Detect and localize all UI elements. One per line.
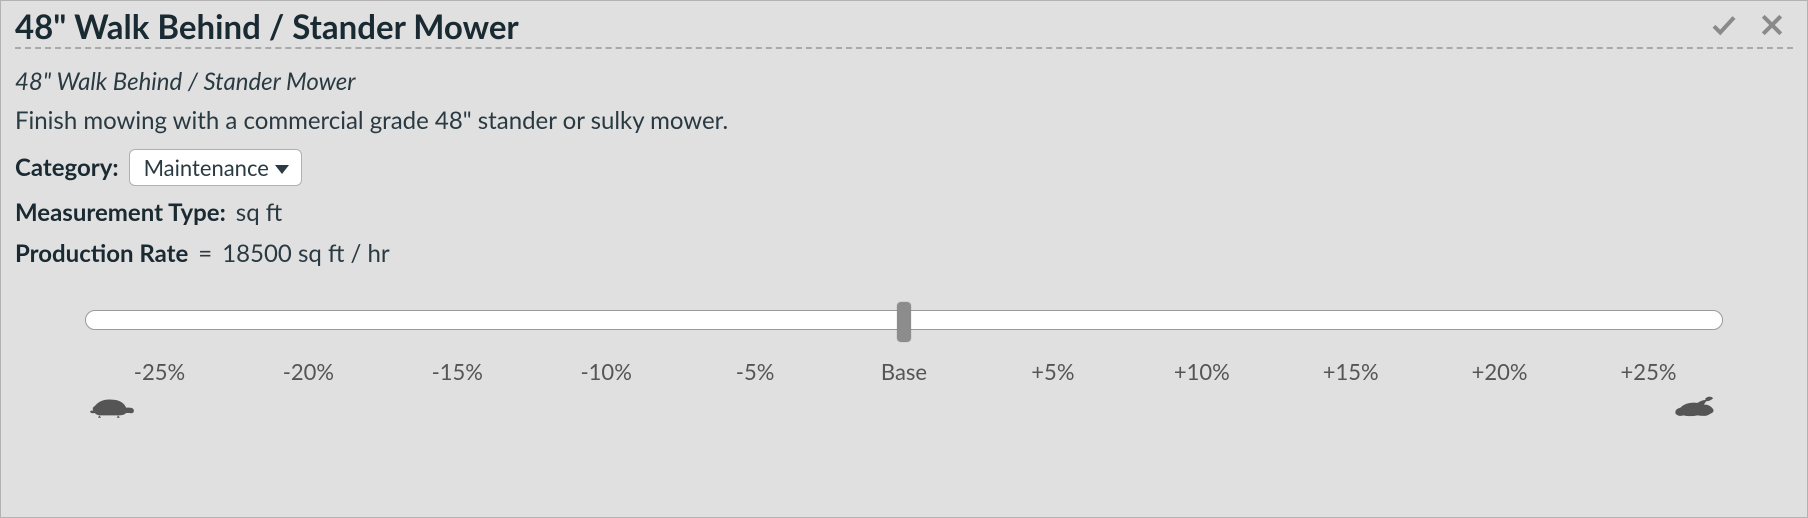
slider-tick-labels: -25% -20% -15% -10% -5% Base +5% +10% +1… <box>85 358 1723 385</box>
category-select-value: Maintenance <box>144 154 269 181</box>
slider-tick: -20% <box>234 358 383 385</box>
cancel-button[interactable] <box>1755 10 1789 44</box>
measurement-row: Measurement Type: sq ft <box>15 198 1793 227</box>
production-rate-delim: = <box>198 239 212 268</box>
slider-end-icons <box>85 391 1723 425</box>
check-icon <box>1709 10 1739 44</box>
slider-thumb[interactable] <box>897 302 911 342</box>
slider-tick: -10% <box>532 358 681 385</box>
slider-track[interactable] <box>85 310 1723 330</box>
measurement-label: Measurement Type: <box>15 198 226 227</box>
service-subtitle: 48" Walk Behind / Stander Mower <box>15 67 1793 96</box>
chevron-down-icon <box>275 165 289 174</box>
close-icon <box>1757 10 1787 44</box>
slider-tick: -15% <box>383 358 532 385</box>
turtle-icon <box>87 391 137 425</box>
slider-tick: +10% <box>1127 358 1276 385</box>
service-editor-card: 48" Walk Behind / Stander Mower 48" Walk… <box>0 0 1808 518</box>
slider-tick: -5% <box>681 358 830 385</box>
measurement-value: sq ft <box>236 198 282 227</box>
slider-tick: Base <box>830 358 979 385</box>
category-row: Category: Maintenance <box>15 149 1793 186</box>
card-title: 48" Walk Behind / Stander Mower <box>15 7 529 47</box>
production-rate-value: 18500 sq ft / hr <box>222 239 389 268</box>
rabbit-icon <box>1671 391 1721 425</box>
category-label: Category: <box>15 153 119 182</box>
slider-tick: +15% <box>1276 358 1425 385</box>
slider-tick: +5% <box>978 358 1127 385</box>
category-select[interactable]: Maintenance <box>129 149 302 186</box>
slider-tick: -25% <box>85 358 234 385</box>
card-header: 48" Walk Behind / Stander Mower <box>15 7 1793 49</box>
service-description: Finish mowing with a commercial grade 48… <box>15 106 1793 135</box>
slider-tick: +20% <box>1425 358 1574 385</box>
production-rate-row: Production Rate = 18500 sq ft / hr <box>15 239 1793 268</box>
production-rate-label: Production Rate <box>15 239 188 268</box>
card-body: 48" Walk Behind / Stander Mower Finish m… <box>15 49 1793 425</box>
confirm-button[interactable] <box>1707 10 1741 44</box>
rate-adjust-slider: -25% -20% -15% -10% -5% Base +5% +10% +1… <box>15 310 1793 425</box>
header-actions <box>1707 10 1793 44</box>
slider-tick: +25% <box>1574 358 1723 385</box>
